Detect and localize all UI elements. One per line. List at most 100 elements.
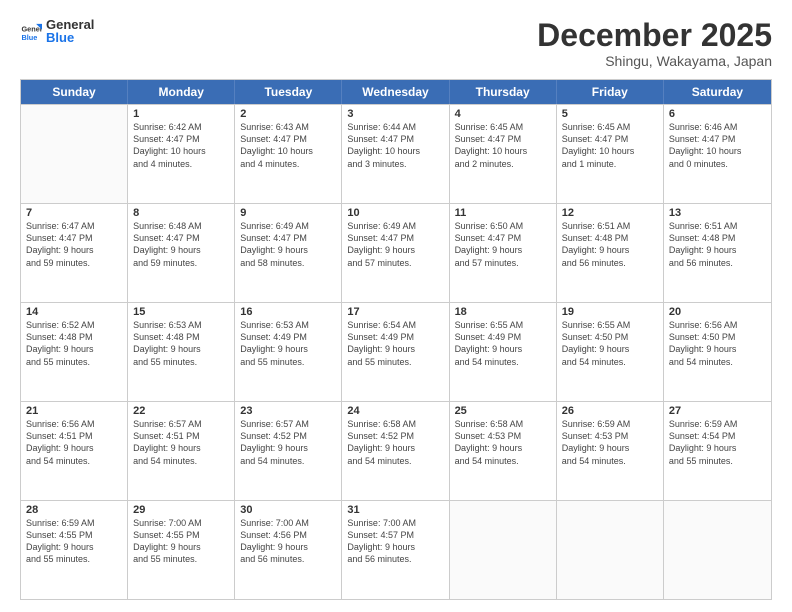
cell-line: Sunset: 4:48 PM [562,232,658,244]
cell-line: Sunset: 4:47 PM [455,133,551,145]
cell-line: Sunrise: 6:53 AM [240,319,336,331]
cell-line: and 54 minutes. [455,356,551,368]
cell-line: Sunset: 4:48 PM [133,331,229,343]
cell-line: Daylight: 9 hours [133,541,229,553]
cell-line: Daylight: 9 hours [669,343,766,355]
cell-line: and 4 minutes. [133,158,229,170]
cell-line: Daylight: 10 hours [133,145,229,157]
title-block: December 2025 Shingu, Wakayama, Japan [537,18,772,69]
cell-line: and 54 minutes. [562,356,658,368]
cell-line: Sunrise: 6:59 AM [562,418,658,430]
empty-cell [450,501,557,599]
cell-line: Sunrise: 6:44 AM [347,121,443,133]
day-number: 5 [562,108,658,120]
day-number: 20 [669,306,766,318]
day-number: 21 [26,405,122,417]
cell-line: Sunset: 4:49 PM [455,331,551,343]
cell-line: and 2 minutes. [455,158,551,170]
cell-line: and 54 minutes. [133,455,229,467]
logo-blue-text: Blue [46,31,94,46]
cell-line: Daylight: 9 hours [240,541,336,553]
cell-line: Sunrise: 6:45 AM [455,121,551,133]
empty-cell [21,105,128,203]
cell-line: Sunrise: 6:42 AM [133,121,229,133]
calendar: SundayMondayTuesdayWednesdayThursdayFrid… [20,79,772,600]
cell-line: Daylight: 9 hours [455,244,551,256]
cell-line: Sunrise: 6:57 AM [240,418,336,430]
cell-line: Sunset: 4:55 PM [26,529,122,541]
empty-cell [664,501,771,599]
cell-line: Daylight: 9 hours [562,442,658,454]
cell-line: Daylight: 9 hours [669,442,766,454]
cell-line: and 55 minutes. [240,356,336,368]
cell-line: Sunset: 4:47 PM [347,232,443,244]
day-number: 13 [669,207,766,219]
cell-line: Daylight: 9 hours [240,343,336,355]
day-cell-4: 4Sunrise: 6:45 AMSunset: 4:47 PMDaylight… [450,105,557,203]
cell-line: Daylight: 10 hours [455,145,551,157]
header-day-sunday: Sunday [21,80,128,104]
cell-line: Sunset: 4:47 PM [562,133,658,145]
day-number: 18 [455,306,551,318]
cell-line: and 0 minutes. [669,158,766,170]
header-day-monday: Monday [128,80,235,104]
header-day-saturday: Saturday [664,80,771,104]
cell-line: Sunset: 4:53 PM [562,430,658,442]
cell-line: Daylight: 9 hours [455,343,551,355]
cell-line: Sunrise: 6:59 AM [26,517,122,529]
cell-line: Sunrise: 6:59 AM [669,418,766,430]
cell-line: and 55 minutes. [133,553,229,565]
cell-line: and 58 minutes. [240,257,336,269]
day-number: 14 [26,306,122,318]
cell-line: and 56 minutes. [562,257,658,269]
page: General Blue General Blue December 2025 … [0,0,792,612]
cell-line: Sunrise: 6:45 AM [562,121,658,133]
cell-line: Sunset: 4:47 PM [133,232,229,244]
day-cell-27: 27Sunrise: 6:59 AMSunset: 4:54 PMDayligh… [664,402,771,500]
day-cell-17: 17Sunrise: 6:54 AMSunset: 4:49 PMDayligh… [342,303,449,401]
cell-line: Daylight: 9 hours [26,343,122,355]
cell-line: Daylight: 9 hours [347,244,443,256]
cell-line: Daylight: 9 hours [669,244,766,256]
cell-line: Sunset: 4:47 PM [347,133,443,145]
cell-line: and 59 minutes. [26,257,122,269]
cell-line: Sunrise: 6:43 AM [240,121,336,133]
day-number: 17 [347,306,443,318]
day-number: 15 [133,306,229,318]
cell-line: Sunset: 4:51 PM [26,430,122,442]
cell-line: Sunset: 4:50 PM [562,331,658,343]
cell-line: and 55 minutes. [26,356,122,368]
day-cell-9: 9Sunrise: 6:49 AMSunset: 4:47 PMDaylight… [235,204,342,302]
cell-line: Daylight: 9 hours [347,541,443,553]
calendar-row-3: 21Sunrise: 6:56 AMSunset: 4:51 PM Dayligh… [21,401,771,500]
day-number: 1 [133,108,229,120]
cell-line: Sunset: 4:56 PM [240,529,336,541]
cell-line: and 54 minutes. [562,455,658,467]
day-cell-29: 29Sunrise: 7:00 AMSunset: 4:55 PMDayligh… [128,501,235,599]
cell-line: Sunrise: 6:56 AM [26,418,122,430]
day-cell-1: 1Sunrise: 6:42 AMSunset: 4:47 PMDaylight… [128,105,235,203]
cell-line: Daylight: 10 hours [347,145,443,157]
day-cell-7: 7Sunrise: 6:47 AMSunset: 4:47 PMDaylight… [21,204,128,302]
cell-line: Sunrise: 6:56 AM [669,319,766,331]
calendar-header: SundayMondayTuesdayWednesdayThursdayFrid… [21,80,771,104]
cell-line: and 57 minutes. [455,257,551,269]
empty-cell [557,501,664,599]
cell-line: Sunset: 4:54 PM [669,430,766,442]
day-cell-19: 19Sunrise: 6:55 AMSunset: 4:50 PMDayligh… [557,303,664,401]
cell-line: Sunset: 4:47 PM [669,133,766,145]
day-number: 6 [669,108,766,120]
cell-line: Sunrise: 6:50 AM [455,220,551,232]
day-number: 24 [347,405,443,417]
day-cell-18: 18Sunrise: 6:55 AMSunset: 4:49 PMDayligh… [450,303,557,401]
day-number: 28 [26,504,122,516]
svg-text:Blue: Blue [21,33,37,42]
cell-line: Sunrise: 6:46 AM [669,121,766,133]
cell-line: Sunrise: 7:00 AM [347,517,443,529]
day-cell-26: 26Sunrise: 6:59 AMSunset: 4:53 PMDayligh… [557,402,664,500]
day-number: 12 [562,207,658,219]
day-cell-6: 6Sunrise: 6:46 AMSunset: 4:47 PMDaylight… [664,105,771,203]
cell-line: Daylight: 9 hours [240,244,336,256]
day-number: 10 [347,207,443,219]
day-number: 31 [347,504,443,516]
